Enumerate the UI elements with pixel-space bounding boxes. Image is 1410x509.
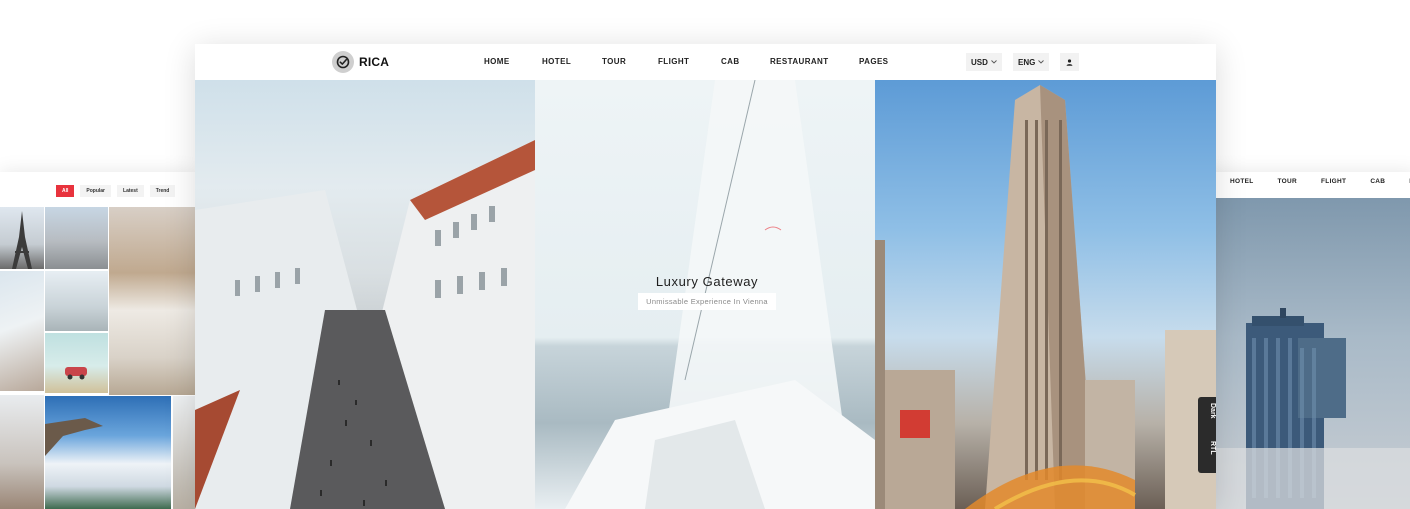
brand-name: RICA [359,55,390,69]
gallery-tile-santorini[interactable] [109,207,196,395]
gallery-tile-cliff-clouds[interactable] [45,396,171,509]
main-browser-window: RICA HOME HOTEL TOUR FLIGHT CAB RESTAURA… [195,44,1216,509]
rtl-toggle[interactable]: RTL [1198,441,1216,455]
preview-nav: HOTEL TOUR FLIGHT CAB RE [1230,178,1410,185]
filter-all[interactable]: All [56,185,75,197]
chevron-down-icon [991,60,997,64]
language-selector[interactable]: ENG [1013,53,1050,71]
language-value: ENG [1018,57,1036,67]
flatiron-building-photo [875,85,1216,509]
gallery-tile-alley[interactable] [173,396,196,509]
nav-restaurant[interactable]: RESTAURANT [770,57,829,66]
right-theme-preview: HOTEL TOUR FLIGHT CAB RE [1206,172,1410,509]
preview-nav-flight[interactable]: FLIGHT [1321,178,1346,185]
gallery-tile-boardwalk[interactable] [45,271,108,331]
filter-latest[interactable]: Latest [117,185,144,197]
hero-title: Luxury Gateway [655,274,759,289]
hero-caption: Luxury Gateway Unmissable Experience In … [637,274,777,310]
preview-hero-image [1216,198,1410,509]
gallery-tile-city-rooftops[interactable] [45,207,108,269]
preview-nav-hotel[interactable]: HOTEL [1230,178,1254,185]
gallery-tile-street[interactable] [0,271,44,391]
gallery-filter-bar: All Popular Latest Trend [56,185,176,197]
gallery-tile-eiffel[interactable] [0,207,44,269]
currency-value: USD [971,57,988,67]
brand-logo[interactable]: RICA [332,51,389,73]
cliff-rock-icon [45,418,103,456]
hero-subtitle: Unmissable Experience In Vienna [638,293,776,310]
nav-tour[interactable]: TOUR [602,57,626,66]
nav-home[interactable]: HOME [484,57,510,66]
gallery-grid [0,207,196,509]
filter-trend[interactable]: Trend [149,185,176,197]
hero-slider: Luxury Gateway Unmissable Experience In … [195,80,1216,509]
left-theme-preview: All Popular Latest Trend [0,172,196,509]
dark-mode-toggle[interactable]: Dark [1198,403,1216,419]
theme-toggle-panel: Dark RTL [1198,397,1216,473]
site-header: RICA HOME HOTEL TOUR FLIGHT CAB RESTAURA… [195,44,1216,80]
nav-pages[interactable]: PAGES [859,57,888,66]
preview-nav-cab[interactable]: CAB [1370,178,1385,185]
hero-slide-sailing[interactable]: Luxury Gateway Unmissable Experience In … [535,80,875,509]
gallery-tile-retro-car[interactable] [45,333,108,393]
skyscraper-photo [1216,308,1410,509]
hero-slide-street[interactable] [195,80,535,509]
nav-flight[interactable]: FLIGHT [658,57,689,66]
car-icon [65,367,87,380]
eiffel-tower-icon [12,211,32,269]
currency-selector[interactable]: USD [966,53,1002,71]
user-account-button[interactable] [1060,53,1079,71]
nav-cab[interactable]: CAB [721,57,740,66]
preview-nav-tour[interactable]: TOUR [1278,178,1298,185]
street-photo [195,140,535,509]
user-icon [1066,58,1073,66]
chevron-down-icon [1038,60,1045,64]
gallery-tile-buildings[interactable] [0,395,44,509]
filter-popular[interactable]: Popular [80,185,112,197]
check-circle-logo-icon [332,51,354,73]
hero-slide-flatiron[interactable] [875,80,1216,509]
nav-hotel[interactable]: HOTEL [542,57,571,66]
